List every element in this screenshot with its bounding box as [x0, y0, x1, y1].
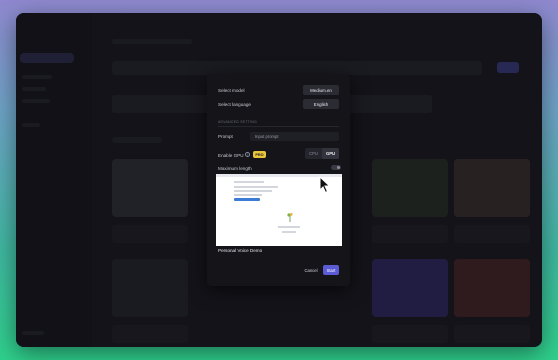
preview-caption: Personal Voice Demo	[218, 248, 263, 253]
pro-badge: PRO	[253, 151, 266, 158]
enable-gpu-label: Enable GPU	[218, 153, 244, 158]
prompt-label: Prompt	[218, 134, 233, 139]
preview-button	[234, 198, 260, 201]
divider	[218, 126, 339, 127]
select-model-dropdown[interactable]: Medium.en	[303, 85, 339, 95]
cancel-button[interactable]: Cancel	[302, 265, 320, 275]
maximum-length-label: Maximum length	[218, 166, 252, 171]
select-language-label: Select language	[218, 102, 251, 107]
cpu-option[interactable]: CPU	[305, 148, 322, 159]
advanced-setting-heading: ADVANCED SETTING	[218, 120, 258, 124]
device-toggle[interactable]: CPU GPU	[305, 148, 339, 159]
select-language-dropdown[interactable]: English	[303, 99, 339, 109]
info-icon[interactable]: i	[245, 152, 250, 157]
prompt-input[interactable]: Input prompt	[250, 132, 339, 141]
maximum-length-toggle[interactable]	[331, 165, 341, 170]
plant-illustration	[287, 213, 293, 222]
mouse-cursor-icon	[319, 176, 331, 194]
select-model-label: Select model	[218, 88, 245, 93]
gpu-option[interactable]: GPU	[322, 148, 339, 159]
start-button[interactable]: Start	[323, 265, 339, 275]
